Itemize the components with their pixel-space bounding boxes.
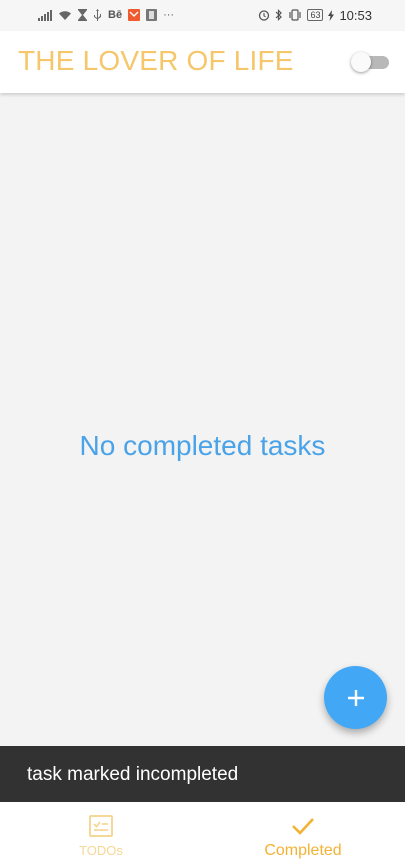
toggle-thumb <box>351 52 371 72</box>
more-icon: ··· <box>163 9 175 21</box>
status-bar-left: Bē ··· <box>38 7 174 23</box>
check-icon <box>292 818 314 835</box>
mail-app-icon <box>128 9 141 21</box>
hourglass-icon <box>78 9 87 21</box>
app-screen: Bē ··· 63 10:53 THE LOVER OF LIFE No com… <box>0 0 405 867</box>
app-title: THE LOVER OF LIFE <box>18 45 294 76</box>
add-task-button[interactable] <box>324 666 387 729</box>
status-bar: Bē ··· 63 10:53 <box>0 0 405 31</box>
app-bar: THE LOVER OF LIFE <box>0 31 405 93</box>
bluetooth-icon <box>275 9 283 21</box>
empty-state-message: No completed tasks <box>79 430 326 461</box>
signal-icon <box>38 9 52 21</box>
theme-toggle-switch[interactable] <box>351 52 391 72</box>
alarm-icon <box>258 9 270 21</box>
plus-icon <box>347 689 364 706</box>
wifi-icon <box>58 10 72 21</box>
battery-icon: 63 <box>307 9 324 21</box>
status-bar-right: 63 10:53 <box>258 7 372 23</box>
nav-item-completed[interactable]: Completed <box>202 802 404 867</box>
checklist-icon <box>89 815 113 837</box>
snackbar-message: task marked incompleted <box>27 764 239 785</box>
snackbar: task marked incompleted <box>0 746 405 802</box>
behance-icon: Bē <box>108 9 123 21</box>
app-icon <box>146 9 158 21</box>
bottom-navigation: TODOs Completed <box>0 802 405 867</box>
nav-label-completed: Completed <box>264 842 342 859</box>
charging-icon <box>328 9 335 21</box>
nav-item-todos[interactable]: TODOs <box>0 802 202 867</box>
nav-label-todos: TODOs <box>79 843 123 858</box>
vibrate-icon <box>288 9 302 21</box>
status-time: 10:53 <box>339 7 372 23</box>
usb-icon <box>93 9 102 21</box>
